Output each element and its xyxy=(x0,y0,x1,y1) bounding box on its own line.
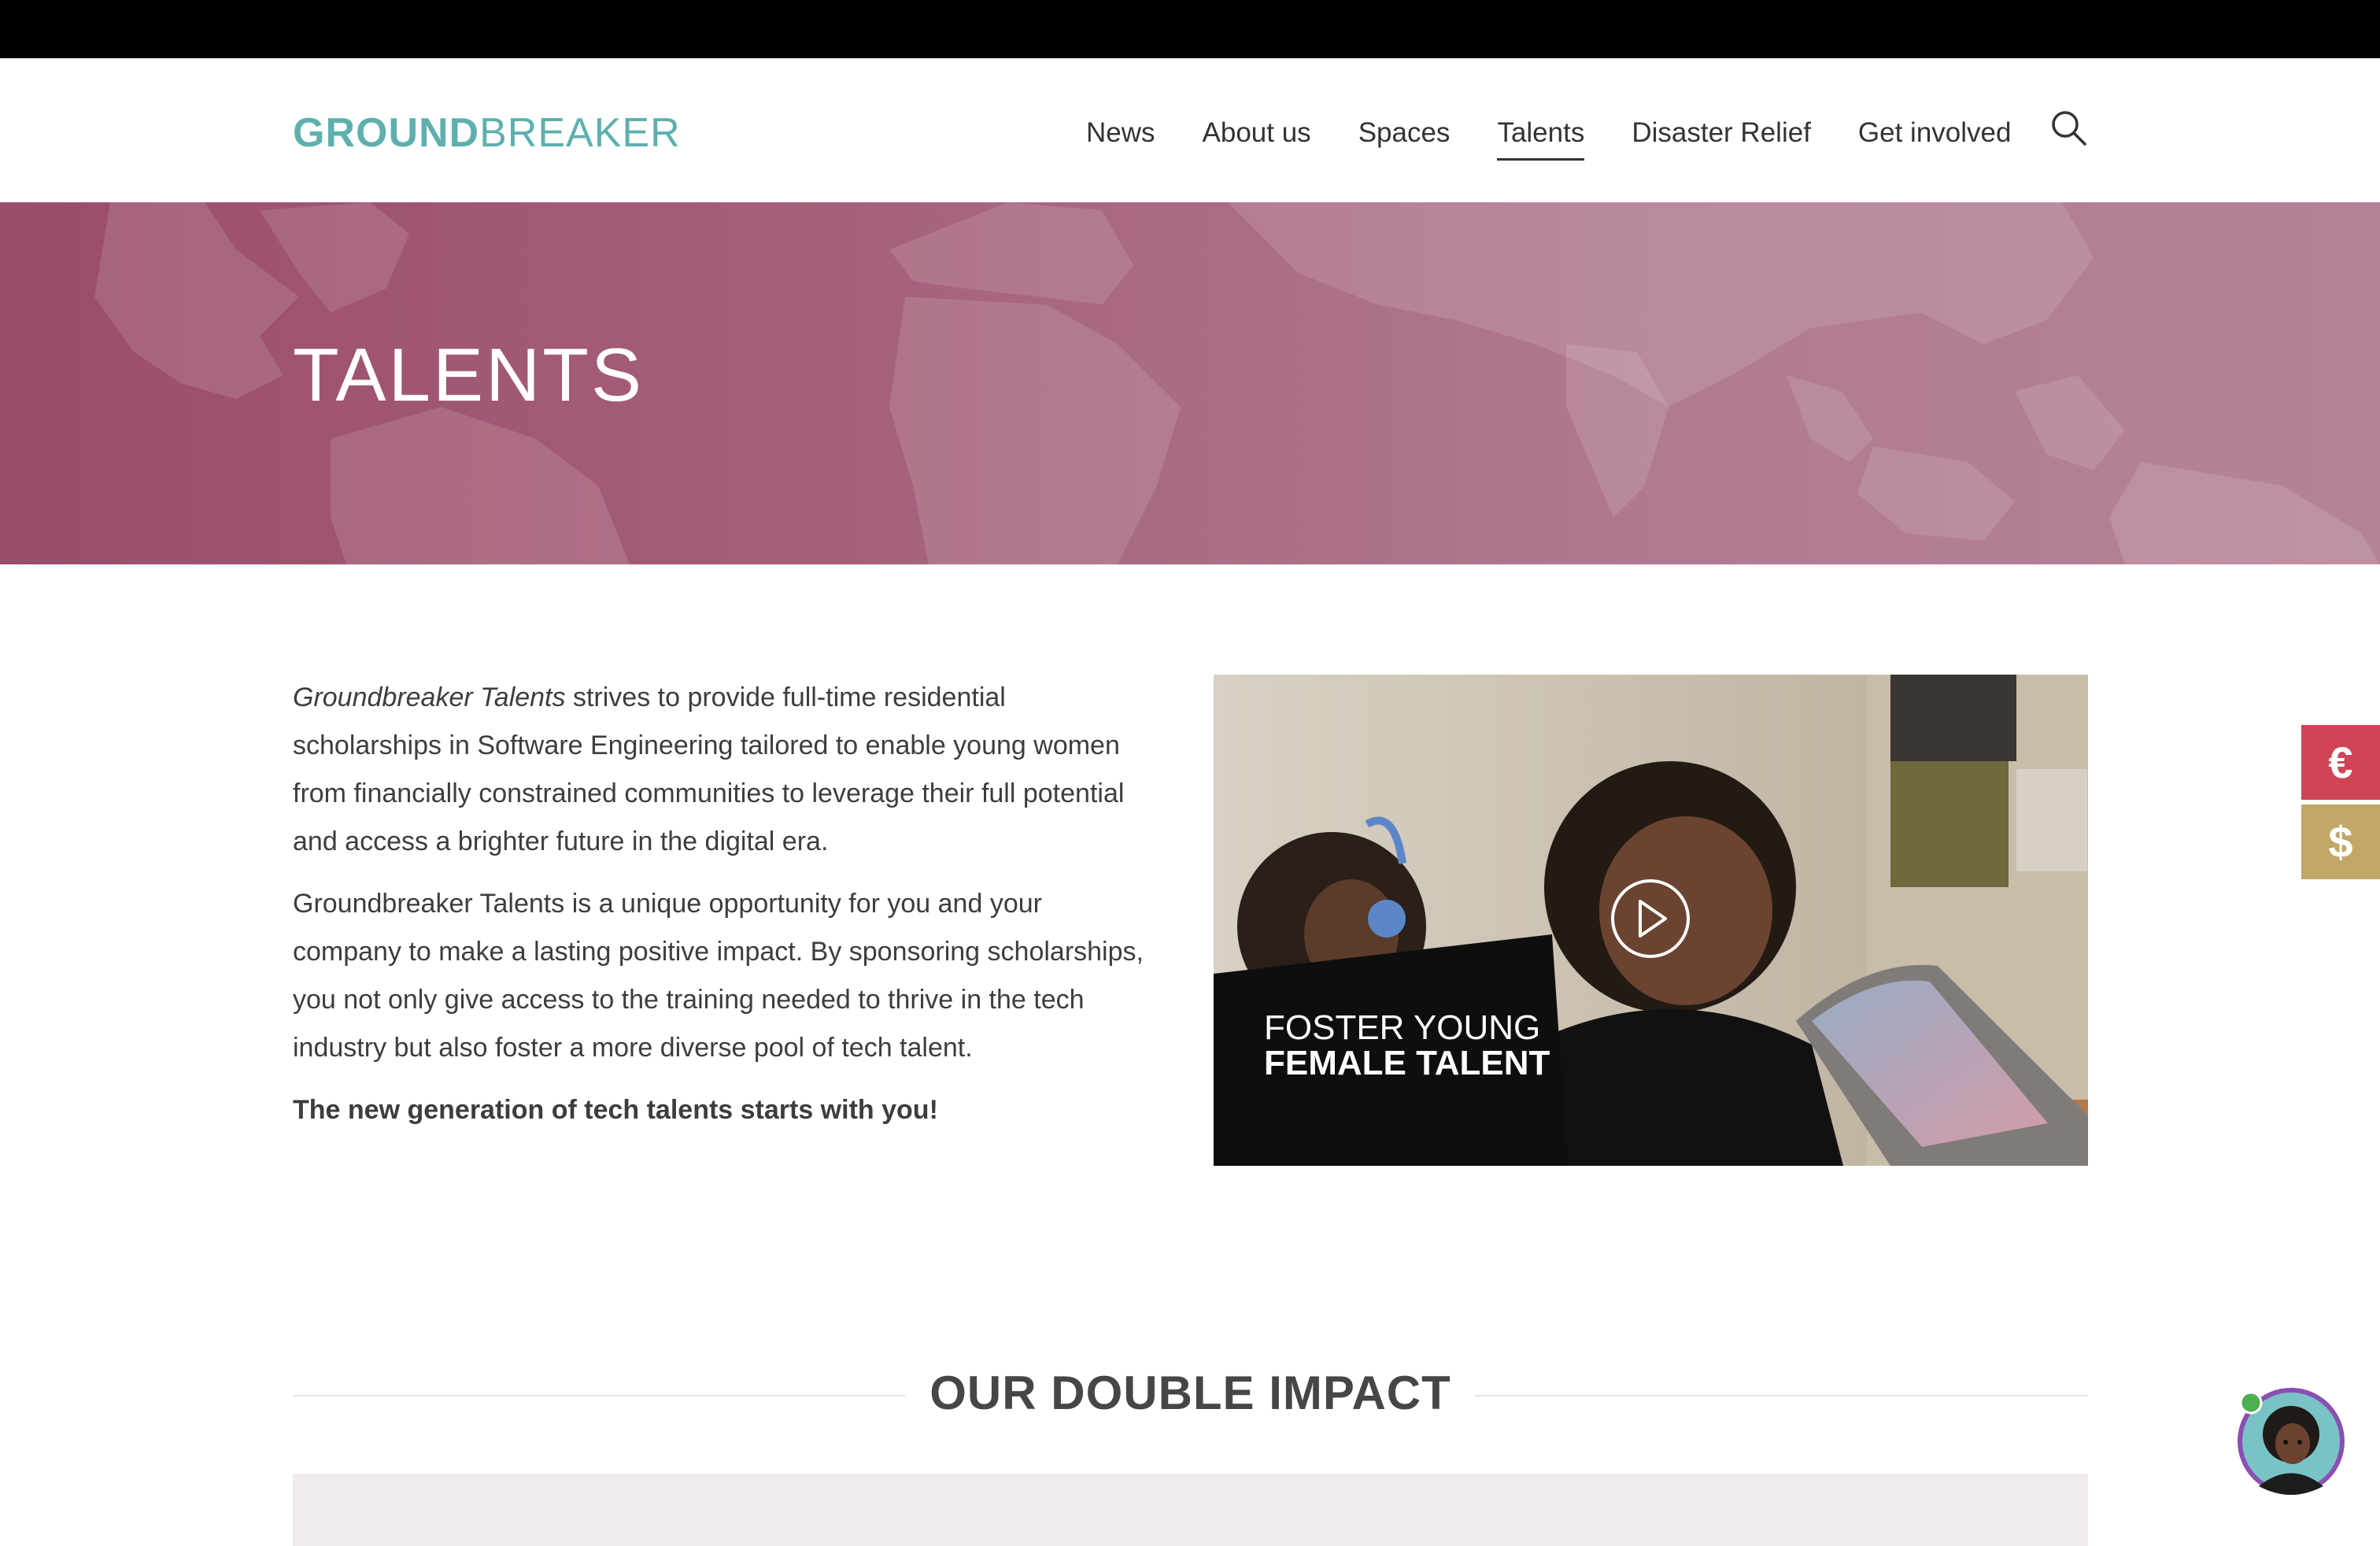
intro-emphasis: Groundbreaker Talents xyxy=(293,682,566,712)
donate-dollar-button[interactable]: $ xyxy=(2301,804,2380,879)
page-title: TALENTS xyxy=(293,333,644,417)
online-status-dot xyxy=(2239,1391,2263,1415)
main-nav: News About us Spaces Talents Disaster Re… xyxy=(1086,105,2011,161)
nav-news[interactable]: News xyxy=(1086,105,1155,161)
intro-paragraph-2: Groundbreaker Talents is a unique opport… xyxy=(293,889,1144,1063)
intro-text: Groundbreaker Talents strives to provide… xyxy=(293,674,1151,1148)
nav-spaces[interactable]: Spaces xyxy=(1358,105,1451,161)
video-player[interactable]: FOSTER YOUNG FEMALE TALENT xyxy=(1214,675,2088,1166)
section-heading: OUR DOUBLE IMPACT xyxy=(929,1367,1451,1419)
intro-call-to-action: The new generation of tech talents start… xyxy=(293,1095,938,1125)
logo-bold-part: GROUND xyxy=(293,110,480,156)
nav-talents[interactable]: Talents xyxy=(1497,105,1584,161)
video-caption-line-2: FEMALE TALENT xyxy=(1264,1044,1550,1082)
chat-widget-button[interactable] xyxy=(2235,1385,2347,1497)
logo-light-part: BREAKER xyxy=(479,110,681,156)
nav-disaster-relief[interactable]: Disaster Relief xyxy=(1632,105,1811,161)
site-header: GROUNDBREAKER News About us Spaces Talen… xyxy=(0,58,2380,202)
double-impact-section: OUR DOUBLE IMPACT xyxy=(293,1362,2088,1425)
groundbreaker-logo[interactable]: GROUNDBREAKER xyxy=(293,105,681,161)
video-thumbnail xyxy=(1214,675,2088,1166)
impact-content-panel xyxy=(293,1474,2088,1546)
divider-right xyxy=(1475,1395,2088,1396)
intro-paragraph-1: Groundbreaker Talents strives to provide… xyxy=(293,674,1151,866)
browser-top-bar xyxy=(0,0,2380,58)
hero-banner: TALENTS xyxy=(0,202,2380,564)
donate-euro-button[interactable]: € xyxy=(2301,725,2380,800)
video-caption-line-1: FOSTER YOUNG xyxy=(1264,1008,1541,1047)
search-icon[interactable] xyxy=(2049,105,2087,153)
nav-get-involved[interactable]: Get involved xyxy=(1858,105,2012,161)
nav-about-us[interactable]: About us xyxy=(1203,105,1311,161)
chat-avatar-icon xyxy=(2238,1388,2345,1495)
